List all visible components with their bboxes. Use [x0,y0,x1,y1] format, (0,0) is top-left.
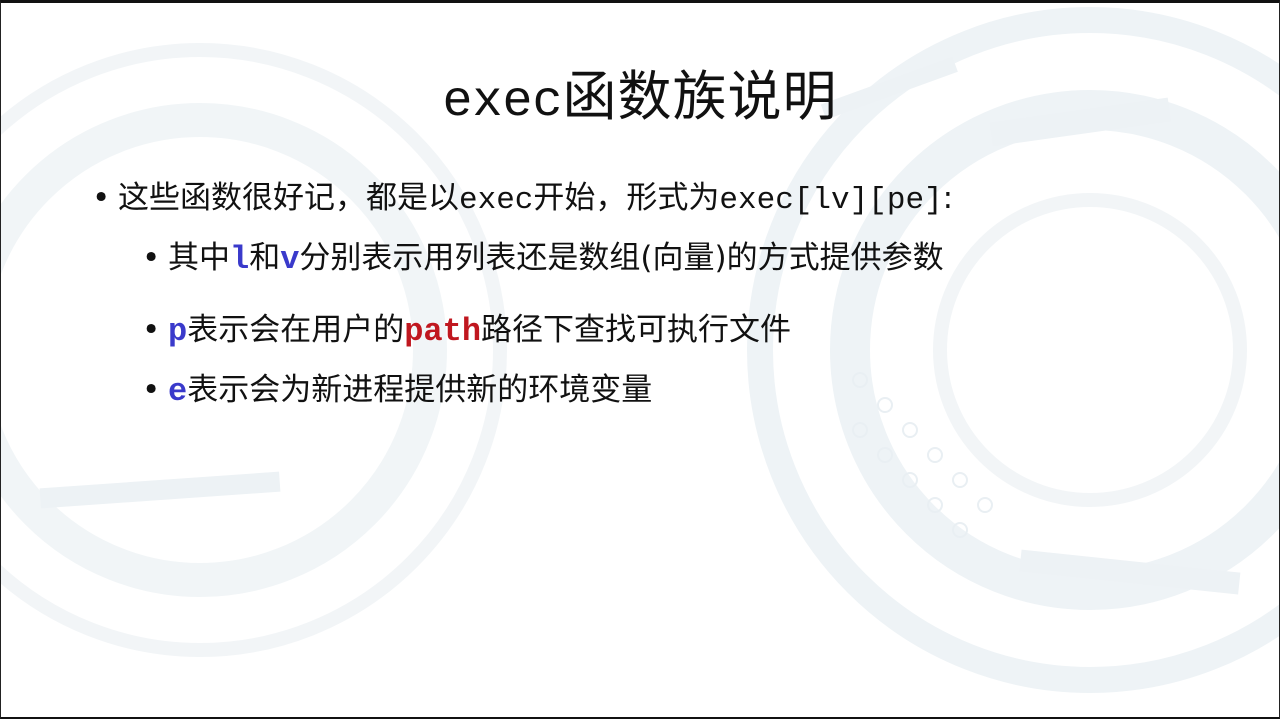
bullet-marker: • [142,312,161,348]
slide: exec函数族说明 • 这些函数很好记，都是以exec开始，形式为exec[lv]… [0,0,1280,719]
bullet3-text-b: 路径下查找可执行文件 [481,312,792,348]
keyword-path: path [404,313,482,350]
keyword-l: l [230,241,250,278]
keyword-p: p [168,313,188,350]
bullet2-text-b: 和 [249,240,281,276]
keyword-v: v [280,241,300,278]
bullet2-text-a: 其中 [168,240,230,276]
bullet1-code-exec: exec [459,183,534,218]
bullet1-text-c: : [942,180,954,216]
bullet-marker: • [92,180,111,216]
keyword-e: e [168,373,188,410]
bullet3-text-a: 表示会在用户的 [187,312,405,348]
bullet-item-3: • p表示会在用户的path路径下查找可执行文件 [142,304,791,350]
bullet-item-1: • 这些函数很好记，都是以exec开始，形式为exec[lv][pe]: [92,172,953,218]
bullet1-text-b: 开始，形式为 [533,180,720,216]
bullet2-text-c: 分别表示用列表还是数组(向量)的方式提供参数 [299,240,944,276]
bullet1-text-a: 这些函数很好记，都是以 [118,180,459,216]
bullet1-code-form: exec[lv][pe] [719,183,943,218]
bullet-item-2: • 其中l和v分别表示用列表还是数组(向量)的方式提供参数 [142,232,944,278]
bullet-item-4: • e表示会为新进程提供新的环境变量 [142,364,652,410]
bullet-list: • 这些函数很好记，都是以exec开始，形式为exec[lv][pe]: • 其中l… [0,0,1280,719]
bullet4-text-a: 表示会为新进程提供新的环境变量 [187,372,653,408]
bullet-marker: • [142,240,161,276]
bullet-marker: • [142,372,161,408]
